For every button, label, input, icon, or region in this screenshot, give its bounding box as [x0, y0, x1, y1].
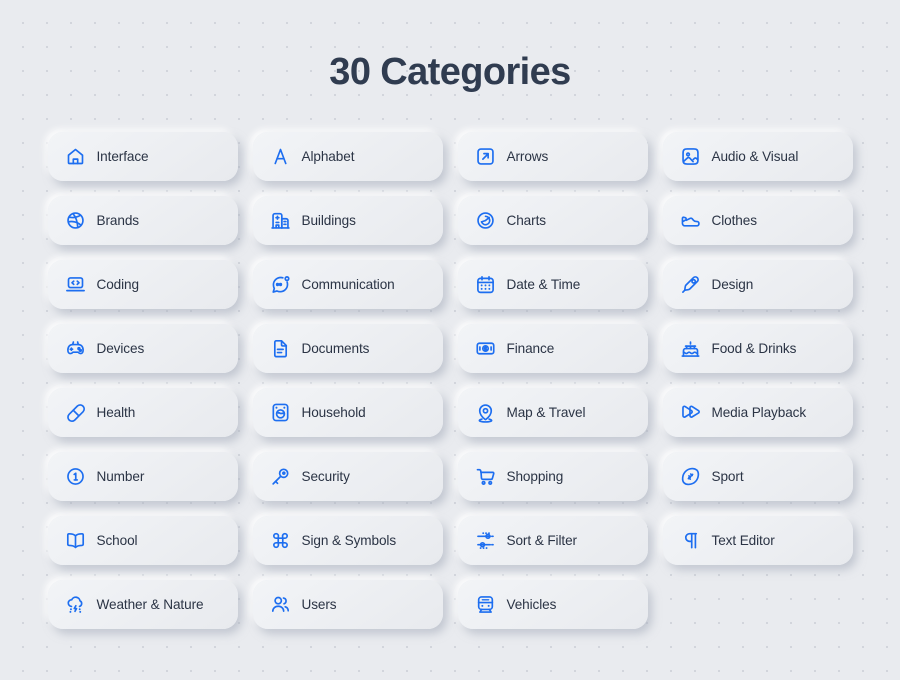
- tram-train-icon: [475, 594, 496, 615]
- category-card[interactable]: Sport: [662, 451, 853, 501]
- category-card[interactable]: Vehicles: [457, 579, 648, 629]
- categories-page: 30 Categories Interface Alphabet Arrows Aud…: [0, 0, 900, 680]
- category-card[interactable]: Alphabet: [252, 131, 443, 181]
- hospital-building-icon: [270, 210, 291, 231]
- banknote-dollar-icon: [475, 338, 496, 359]
- category-card[interactable]: Brands: [47, 195, 238, 245]
- category-label: Food & Drinks: [711, 340, 797, 356]
- category-label: Weather & Nature: [96, 596, 204, 612]
- pilcrow-icon: [680, 530, 701, 551]
- category-label: Shopping: [506, 468, 564, 484]
- category-label: Alphabet: [301, 148, 355, 164]
- file-document-icon: [270, 338, 291, 359]
- calendar-icon: [475, 274, 496, 295]
- category-label: Interface: [96, 148, 149, 164]
- category-label: Health: [96, 404, 136, 420]
- categories-grid: Interface Alphabet Arrows Audio & Visual Bra…: [40, 131, 860, 629]
- category-label: Coding: [96, 276, 140, 292]
- category-card[interactable]: Devices: [47, 323, 238, 373]
- category-label: Users: [301, 596, 337, 612]
- laptop-code-icon: [65, 274, 86, 295]
- circled-one-icon: [65, 466, 86, 487]
- chat-bubble-icon: [270, 274, 291, 295]
- category-label: Audio & Visual: [711, 148, 799, 164]
- football-icon: [680, 466, 701, 487]
- category-card[interactable]: Clothes: [662, 195, 853, 245]
- category-label: Buildings: [301, 212, 356, 228]
- category-label: Documents: [301, 340, 370, 356]
- category-card[interactable]: School: [47, 515, 238, 565]
- letter-a-icon: [270, 146, 291, 167]
- category-label: Sign & Symbols: [301, 532, 397, 548]
- category-label: Brands: [96, 212, 140, 228]
- home-icon: [65, 146, 86, 167]
- pen-nib-icon: [680, 274, 701, 295]
- category-card[interactable]: Weather & Nature: [47, 579, 238, 629]
- category-label: Security: [301, 468, 350, 484]
- category-card[interactable]: Food & Drinks: [662, 323, 853, 373]
- category-card[interactable]: Interface: [47, 131, 238, 181]
- category-card[interactable]: Arrows: [457, 131, 648, 181]
- category-card[interactable]: Sort & Filter: [457, 515, 648, 565]
- category-card[interactable]: Media Playback: [662, 387, 853, 437]
- category-card[interactable]: Buildings: [252, 195, 443, 245]
- arrow-up-right-box-icon: [475, 146, 496, 167]
- category-label: Communication: [301, 276, 395, 292]
- cake-icon: [680, 338, 701, 359]
- shoe-icon: [680, 210, 701, 231]
- category-card[interactable]: Coding: [47, 259, 238, 309]
- gamepad-icon: [65, 338, 86, 359]
- users-group-icon: [270, 594, 291, 615]
- category-label: Arrows: [506, 148, 549, 164]
- category-card[interactable]: Security: [252, 451, 443, 501]
- shopping-cart-icon: [475, 466, 496, 487]
- category-card[interactable]: Sign & Symbols: [252, 515, 443, 565]
- category-card[interactable]: Design: [662, 259, 853, 309]
- page-title: 30 Categories: [329, 51, 571, 93]
- category-label: Vehicles: [506, 596, 557, 612]
- category-label: Date & Time: [506, 276, 581, 292]
- sliders-filter-icon: [475, 530, 496, 551]
- category-label: Design: [711, 276, 754, 292]
- category-card[interactable]: Communication: [252, 259, 443, 309]
- category-card[interactable]: Map & Travel: [457, 387, 648, 437]
- category-label: Text Editor: [711, 532, 775, 548]
- category-label: Household: [301, 404, 366, 420]
- dribbble-circle-icon: [65, 210, 86, 231]
- category-card[interactable]: Users: [252, 579, 443, 629]
- category-label: Map & Travel: [506, 404, 586, 420]
- pie-chart-icon: [475, 210, 496, 231]
- category-label: School: [96, 532, 138, 548]
- category-label: Finance: [506, 340, 555, 356]
- storm-cloud-icon: [65, 594, 86, 615]
- category-label: Sport: [711, 468, 744, 484]
- category-card[interactable]: Household: [252, 387, 443, 437]
- key-icon: [270, 466, 291, 487]
- category-card[interactable]: Shopping: [457, 451, 648, 501]
- category-label: Media Playback: [711, 404, 807, 420]
- pill-capsule-icon: [65, 402, 86, 423]
- category-card[interactable]: Audio & Visual: [662, 131, 853, 181]
- category-label: Devices: [96, 340, 145, 356]
- category-card[interactable]: Date & Time: [457, 259, 648, 309]
- category-label: Number: [96, 468, 145, 484]
- category-card[interactable]: Documents: [252, 323, 443, 373]
- category-card[interactable]: Health: [47, 387, 238, 437]
- fast-forward-icon: [680, 402, 701, 423]
- category-card[interactable]: Charts: [457, 195, 648, 245]
- image-picture-icon: [680, 146, 701, 167]
- category-label: Sort & Filter: [506, 532, 578, 548]
- location-pin-icon: [475, 402, 496, 423]
- washing-machine-icon: [270, 402, 291, 423]
- command-key-icon: [270, 530, 291, 551]
- category-label: Clothes: [711, 212, 758, 228]
- category-card[interactable]: Finance: [457, 323, 648, 373]
- category-card[interactable]: Number: [47, 451, 238, 501]
- open-book-icon: [65, 530, 86, 551]
- category-label: Charts: [506, 212, 547, 228]
- category-card[interactable]: Text Editor: [662, 515, 853, 565]
